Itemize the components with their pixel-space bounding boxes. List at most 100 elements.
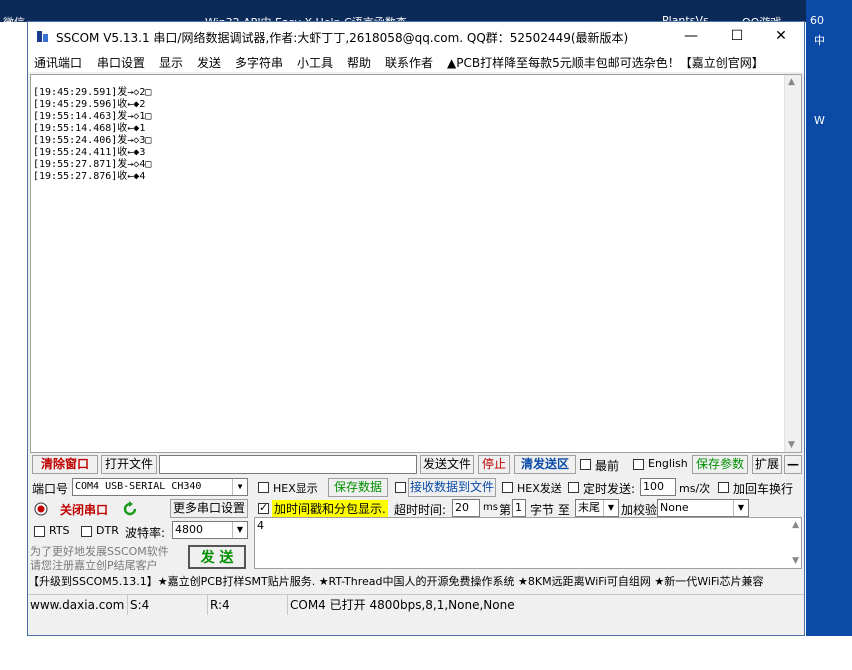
byte-to-label: 字节 至 bbox=[530, 503, 570, 517]
scroll-up-icon[interactable]: ▲ bbox=[788, 77, 795, 87]
output-line: [19:45:29.591]发→◇2□ bbox=[33, 87, 152, 98]
output-line: [19:55:27.871]发→◇4□ bbox=[33, 159, 152, 170]
checksum-select-value: None bbox=[660, 501, 689, 514]
scroll-down-icon[interactable]: ▼ bbox=[788, 440, 795, 450]
output-line: [19:55:14.463]发→◇1□ bbox=[33, 111, 152, 122]
topmost-label: 最前 bbox=[595, 459, 620, 473]
send-button[interactable]: 发 送 bbox=[188, 545, 246, 569]
desktop-icon-label[interactable]: W bbox=[814, 114, 825, 127]
minimize-button[interactable]: — bbox=[668, 22, 714, 50]
chevron-down-icon[interactable]: ▼ bbox=[603, 500, 618, 516]
status-site[interactable]: www.daxia.com bbox=[28, 595, 128, 615]
dtr-checkbox[interactable] bbox=[81, 526, 92, 537]
stop-button[interactable]: 停止 bbox=[478, 455, 510, 474]
send-input-area[interactable]: 4 ▲ ▼ bbox=[254, 517, 802, 569]
desktop-icon-label[interactable]: 微信 bbox=[3, 14, 25, 30]
app-icon bbox=[37, 31, 48, 42]
clear-send-button[interactable]: 清发送区 bbox=[514, 455, 576, 474]
sscom-window: SSCOM V5.13.1 串口/网络数据调试器,作者:大虾丁丁,2618058… bbox=[27, 21, 805, 636]
timeout-input[interactable]: 20 bbox=[452, 499, 480, 517]
title-bar[interactable]: SSCOM V5.13.1 串口/网络数据调试器,作者:大虾丁丁,2618058… bbox=[28, 22, 804, 50]
close-port-button[interactable]: 关闭串口 bbox=[60, 501, 108, 518]
scroll-up-icon[interactable]: ▲ bbox=[792, 520, 799, 530]
output-line: [19:55:24.406]发→◇3□ bbox=[33, 135, 152, 146]
desktop-right-strip bbox=[806, 0, 852, 636]
baud-select[interactable]: 4800 ▼ bbox=[172, 521, 248, 539]
scroll-down-icon[interactable]: ▼ bbox=[792, 556, 799, 566]
output-line: [19:55:27.876]收←◆4 bbox=[33, 171, 146, 182]
menu-promo-link[interactable]: ▲PCB打样降至每款5元顺丰包邮可选杂色！【嘉立创官网】 bbox=[447, 54, 764, 71]
timestamp-label: 加时间戳和分包显示. bbox=[272, 500, 388, 517]
rts-checkbox[interactable] bbox=[34, 526, 45, 537]
desktop-bottom bbox=[0, 636, 852, 670]
more-serial-settings-button[interactable]: 更多串口设置 bbox=[170, 499, 248, 518]
output-lines: [19:45:29.591]发→◇2□ [19:45:29.596]收←◆2 [… bbox=[33, 87, 151, 183]
menu-item[interactable]: 小工具 bbox=[297, 54, 333, 71]
english-label: English bbox=[648, 457, 688, 470]
output-scrollbar[interactable]: ▲ ▼ bbox=[784, 75, 801, 452]
end-select[interactable]: 末尾 ▼ bbox=[575, 499, 619, 517]
port-label: 端口号 bbox=[32, 482, 69, 496]
file-path-input[interactable] bbox=[159, 455, 417, 474]
baud-label: 波特率: bbox=[125, 526, 166, 540]
desktop-top-strip bbox=[0, 0, 852, 22]
open-file-button[interactable]: 打开文件 bbox=[101, 455, 157, 474]
status-port-state: COM4 已打开 4800bps,8,1,None,None bbox=[290, 598, 515, 612]
recv-to-file-checkbox[interactable] bbox=[395, 482, 406, 493]
send-file-button[interactable]: 发送文件 bbox=[420, 455, 474, 474]
chevron-down-icon[interactable]: ▼ bbox=[232, 522, 247, 538]
end-select-value: 末尾 bbox=[578, 501, 600, 514]
menu-item[interactable]: 通讯端口 bbox=[34, 54, 82, 71]
recv-to-file-button[interactable]: 接收数据到文件 bbox=[408, 478, 496, 497]
status-sent-count: S:4 bbox=[128, 595, 208, 615]
baud-select-value: 4800 bbox=[175, 523, 203, 536]
menu-item[interactable]: 显示 bbox=[159, 54, 183, 71]
add-crlf-label: 加回车换行 bbox=[733, 482, 794, 496]
output-line: [19:45:29.596]收←◆2 bbox=[33, 99, 146, 110]
clear-window-button[interactable]: 清除窗口 bbox=[32, 455, 98, 474]
promo-line-2[interactable]: 请您注册嘉立创P结尾客户 bbox=[30, 557, 158, 573]
interval-input[interactable]: 100 bbox=[640, 478, 676, 496]
desktop-icon-label[interactable]: 60 bbox=[810, 14, 824, 27]
status-recv-count: R:4 bbox=[208, 595, 288, 615]
hex-send-checkbox[interactable] bbox=[502, 482, 513, 493]
topmost-checkbox[interactable] bbox=[580, 459, 591, 470]
toolbar-row-3: 关闭串口 更多串口设置 加时间戳和分包显示. 超时时间: 20 ms 第 1 字… bbox=[28, 499, 804, 519]
save-data-button[interactable]: 保存数据 bbox=[328, 478, 388, 497]
add-crlf-checkbox[interactable] bbox=[718, 482, 729, 493]
interval-unit: ms/次 bbox=[679, 482, 711, 495]
menu-item[interactable]: 多字符串 bbox=[235, 54, 283, 71]
hex-display-checkbox[interactable] bbox=[258, 482, 269, 493]
hex-display-label: HEX显示 bbox=[273, 482, 318, 495]
menu-item[interactable]: 帮助 bbox=[347, 54, 371, 71]
menu-item[interactable]: 串口设置 bbox=[97, 54, 145, 71]
menu-item[interactable]: 联系作者 bbox=[385, 54, 433, 71]
expand-button[interactable]: 扩展 bbox=[752, 455, 782, 474]
port-select-value: COM4 USB-SERIAL CH340 bbox=[75, 481, 202, 492]
desktop-icon-label[interactable]: 中 bbox=[814, 32, 825, 48]
port-select[interactable]: COM4 USB-SERIAL CH340 ▼ bbox=[72, 478, 248, 496]
collapse-button[interactable]: — bbox=[784, 455, 802, 474]
chevron-down-icon[interactable]: ▼ bbox=[733, 500, 748, 516]
menu-item[interactable]: 发送 bbox=[197, 54, 221, 71]
rts-label: RTS bbox=[49, 524, 70, 537]
checksum-label: 加校验 bbox=[621, 503, 658, 517]
output-line: [19:55:24.411]收←◆3 bbox=[33, 147, 146, 158]
marquee-banner[interactable]: 【升级到SSCOM5.13.1】★嘉立创PCB打样SMT贴片服务. ★RT-Th… bbox=[28, 572, 804, 592]
maximize-button[interactable]: ☐ bbox=[714, 22, 760, 50]
nth-byte-input[interactable]: 1 bbox=[512, 499, 526, 517]
english-checkbox[interactable] bbox=[633, 459, 644, 470]
dtr-label: DTR bbox=[96, 524, 119, 537]
receive-output-area[interactable]: [19:45:29.591]发→◇2□ [19:45:29.596]收←◆2 [… bbox=[30, 74, 802, 453]
chevron-down-icon[interactable]: ▼ bbox=[232, 479, 247, 495]
port-open-indicator-icon bbox=[34, 502, 48, 516]
timeout-label: 超时时间: bbox=[394, 503, 447, 517]
checksum-select[interactable]: None ▼ bbox=[657, 499, 749, 517]
output-line: [19:55:14.468]收←◆1 bbox=[33, 123, 146, 134]
nth-label: 第 bbox=[499, 503, 512, 517]
refresh-icon[interactable] bbox=[122, 501, 138, 517]
save-params-button[interactable]: 保存参数 bbox=[692, 455, 748, 474]
close-button[interactable]: ✕ bbox=[758, 22, 804, 50]
timed-send-checkbox[interactable] bbox=[568, 482, 579, 493]
timestamp-checkbox[interactable] bbox=[258, 501, 269, 514]
